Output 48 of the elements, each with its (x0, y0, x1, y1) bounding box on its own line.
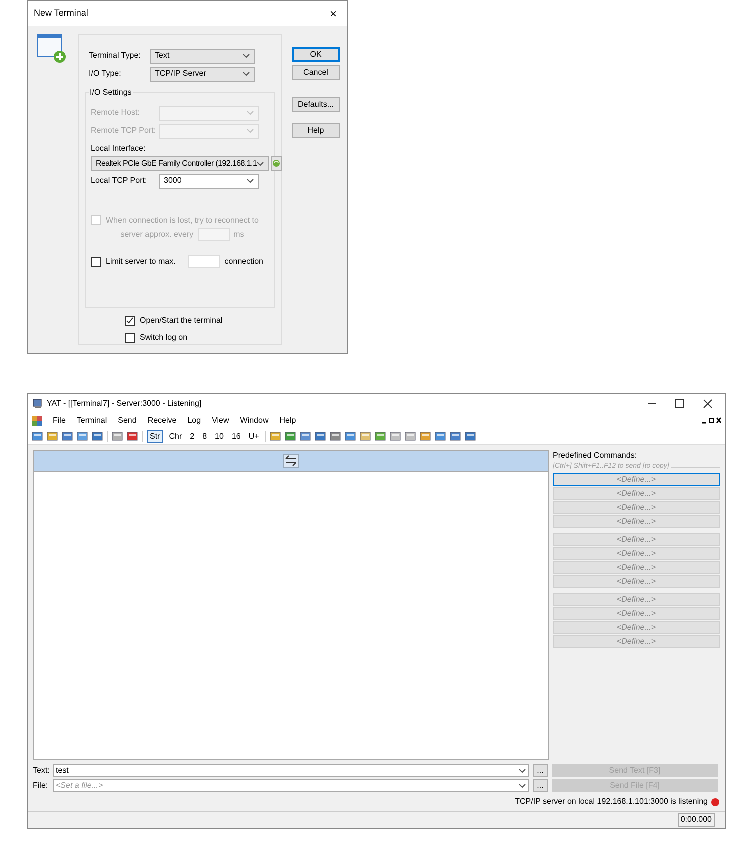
radix-button[interactable]: 10 (213, 430, 226, 443)
menu-item[interactable]: Terminal (76, 415, 108, 427)
field-label: Local Interface: (91, 143, 147, 155)
dropdown[interactable]: Realtek PCIe GbE Family Controller (192.168.1.1 (91, 156, 270, 171)
menu-item[interactable]: File (53, 415, 66, 427)
radix-button[interactable]: 8 (200, 430, 210, 443)
field-label: Remote Host: (91, 107, 141, 119)
input-field[interactable]: test (53, 764, 529, 777)
radix-button[interactable]: 2 (188, 430, 197, 443)
dialog-button[interactable]: OK (292, 47, 340, 62)
field-label: File: (33, 780, 49, 792)
section-title: Predefined Commands: (553, 450, 638, 462)
field-label: server approx. every (120, 228, 194, 240)
checkbox-label: Switch log on (140, 332, 188, 344)
checkbox-label: When connection is lost, try to reconnect to (106, 215, 259, 227)
window-title: YAT - [[Terminal7] - Server:3000 - Listening] (47, 398, 203, 410)
menu-item[interactable]: Window (240, 415, 269, 427)
field-label: I/O Type: (89, 68, 122, 80)
unit-label: connection (224, 256, 264, 268)
dialog-button[interactable]: Help (292, 123, 340, 138)
menu-item[interactable]: View (212, 415, 230, 427)
dialog-button[interactable]: Cancel (292, 65, 340, 80)
unit-label: ms (234, 228, 244, 240)
browse-button[interactable]: ... (533, 764, 548, 777)
menu-item[interactable]: Send (118, 415, 137, 427)
window-title: New Terminal (34, 6, 88, 20)
timer: 0:00.000 (678, 813, 715, 827)
radix-button[interactable]: Chr (167, 430, 184, 443)
dropdown[interactable]: 3000 (159, 174, 259, 188)
field-label: Local TCP Port: (91, 175, 148, 187)
field-label: Text: (33, 764, 49, 776)
group-title: I/O Settings (89, 87, 133, 99)
close-button[interactable]: × (326, 4, 341, 22)
radix-button[interactable]: U+ (246, 430, 262, 443)
dropdown[interactable]: Text (150, 48, 255, 64)
browse-button[interactable]: ... (533, 779, 548, 792)
checkbox-label: Limit server to max. (106, 256, 176, 268)
checkbox-label: Open/Start the terminal (140, 315, 223, 327)
menu-item[interactable]: Log (188, 415, 202, 427)
radix-button[interactable]: Str (147, 430, 164, 443)
menu-item[interactable]: Receive (148, 415, 177, 427)
status-message: TCP/IP server on local 192.168.1.101:3000 is listening (515, 796, 708, 808)
dialog-button[interactable]: Defaults... (292, 97, 340, 112)
dropdown[interactable]: TCP/IP Server (150, 66, 255, 82)
field-label: Remote TCP Port: (91, 125, 155, 137)
radix-button[interactable]: 16 (230, 430, 243, 443)
menu-item[interactable]: Help (280, 415, 296, 427)
field-label: Terminal Type: (89, 50, 142, 62)
